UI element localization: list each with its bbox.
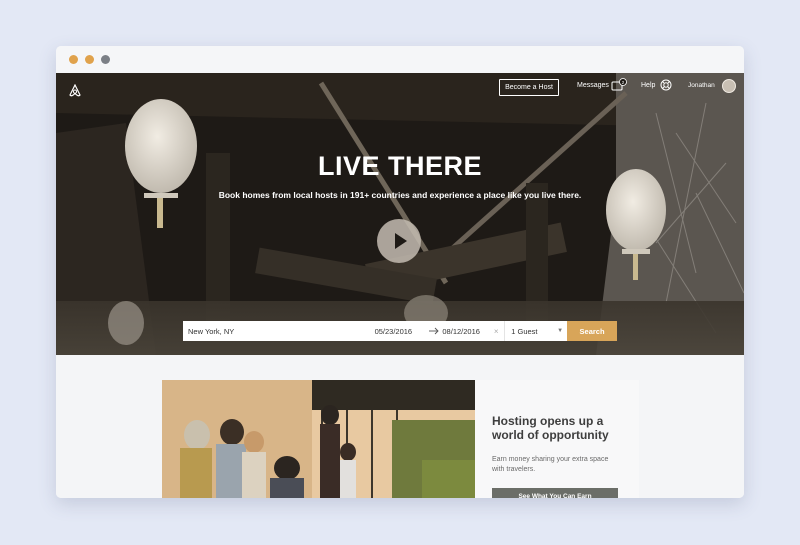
hero-background-image: [56, 73, 744, 355]
window-close-button[interactable]: [69, 55, 78, 64]
window-maximize-button[interactable]: [101, 55, 110, 64]
promo-title: Hosting opens up a world of opportunity: [492, 414, 609, 442]
window-titlebar: [56, 46, 744, 73]
hosting-promo-card: Hosting opens up a world of opportunity …: [475, 380, 639, 498]
top-navbar: Become a Host Messages 2 Help Jonathan: [56, 73, 744, 101]
clear-dates-button[interactable]: ×: [488, 321, 504, 341]
checkout-date-input[interactable]: 08/12/2016: [442, 321, 488, 341]
location-input[interactable]: New York, NY: [183, 321, 363, 341]
search-button[interactable]: Search: [567, 321, 617, 341]
arrow-right-icon: [426, 321, 442, 341]
play-video-button[interactable]: [377, 219, 421, 263]
messages-icon[interactable]: 2: [611, 78, 627, 92]
play-icon: [395, 233, 407, 249]
messages-link[interactable]: Messages: [577, 82, 609, 89]
guests-select[interactable]: 1 Guest ▼: [504, 321, 567, 341]
content-section: Hosting opens up a world of opportunity …: [56, 355, 744, 498]
checkin-date-input[interactable]: 05/23/2016: [363, 321, 427, 341]
airbnb-logo-icon[interactable]: [68, 84, 82, 98]
guests-select-value: 1 Guest: [511, 326, 538, 336]
avatar[interactable]: [722, 79, 736, 93]
become-host-button[interactable]: Become a Host: [499, 79, 559, 96]
hero-subtitle: Book homes from local hosts in 191+ coun…: [218, 190, 582, 200]
window-minimize-button[interactable]: [85, 55, 94, 64]
search-bar: New York, NY 05/23/2016 08/12/2016 × 1 G…: [183, 321, 617, 341]
chevron-down-icon: ▼: [557, 328, 564, 334]
hero-title: LIVE THERE: [317, 151, 483, 181]
user-name-link[interactable]: Jonathan: [688, 82, 715, 89]
see-what-you-can-earn-button[interactable]: See What You Can Earn: [492, 488, 618, 498]
promo-text: Earn money sharing your extra space with…: [492, 456, 609, 473]
help-link[interactable]: Help: [641, 82, 655, 89]
help-icon[interactable]: [660, 79, 672, 91]
hosting-promo-image: [162, 380, 475, 498]
hero-section: Become a Host Messages 2 Help Jonathan L…: [56, 73, 744, 355]
browser-window: Become a Host Messages 2 Help Jonathan L…: [56, 46, 744, 498]
